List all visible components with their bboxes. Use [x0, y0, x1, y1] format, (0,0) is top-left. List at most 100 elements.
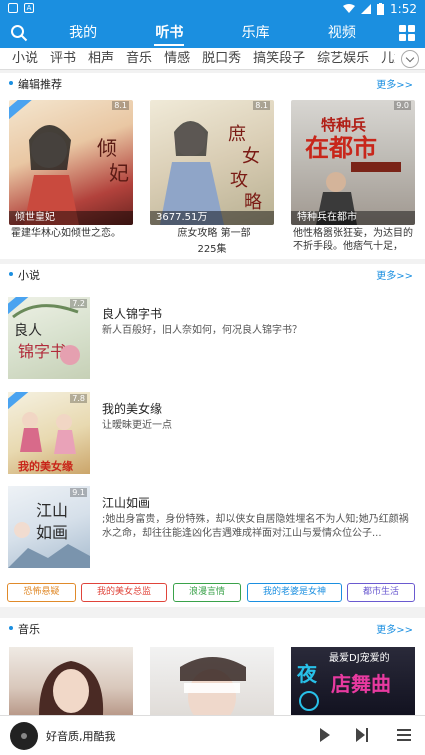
mini-player[interactable]: 好音质,用酷我	[0, 715, 425, 755]
score-badge: 8.1	[112, 101, 129, 110]
category-item[interactable]: 搞笑段子	[253, 48, 305, 69]
more-link[interactable]: 更多>>	[376, 621, 413, 636]
album-card[interactable]	[9, 647, 133, 715]
tab-mine[interactable]: 我的	[40, 18, 126, 48]
cover-art: 我的美女缘	[18, 412, 76, 473]
score-badge: 7.8	[70, 394, 87, 403]
grid-menu-icon[interactable]	[399, 25, 415, 41]
svg-text:在都市: 在都市	[305, 134, 377, 162]
category-item[interactable]: 评书	[50, 48, 76, 69]
playlist-icon[interactable]	[397, 729, 411, 741]
album-title: 良人锦字书	[102, 307, 163, 321]
category-item[interactable]: 小说	[12, 48, 38, 69]
list-item[interactable]: 江山 如画 9.1 江山如画 ;她出身富贵，身份特殊，却以侠女自居隐姓埋名不为人…	[0, 486, 425, 574]
album-intro: 让暧昧更近一点	[102, 420, 172, 431]
album-disc-icon[interactable]	[10, 722, 38, 750]
next-track-icon[interactable]	[356, 728, 370, 742]
play-icon[interactable]	[320, 728, 330, 742]
tag-chip[interactable]: 我的美女总监	[81, 583, 167, 602]
section-header: 音乐 更多>>	[0, 618, 425, 640]
svg-text:攻: 攻	[230, 170, 248, 191]
svg-text:庶: 庶	[228, 124, 246, 145]
category-strip: 小说 评书 相声 音乐 情感 脱口秀 搞笑段子 综艺娱乐 儿童	[0, 48, 425, 70]
play-count: 3677.51万	[150, 211, 274, 225]
svg-text:锦字书: 锦字书	[18, 342, 66, 361]
svg-text:略: 略	[244, 192, 262, 213]
list-item[interactable]: 我的美女缘 7.8 我的美女缘 让暧昧更近一点	[0, 392, 425, 480]
more-link[interactable]: 更多>>	[376, 76, 413, 91]
cover-art	[39, 661, 104, 715]
svg-text:良人: 良人	[14, 323, 42, 339]
score-badge: 9.0	[394, 101, 411, 110]
album-desc: 霍建华林心如倾世之恋。	[11, 228, 121, 239]
score-badge: 7.2	[70, 299, 87, 308]
more-link[interactable]: 更多>>	[376, 267, 413, 282]
bullet-icon	[9, 272, 13, 276]
svg-text:最爱DJ宠爱的: 最爱DJ宠爱的	[329, 651, 390, 664]
app-icon: A	[24, 3, 34, 13]
tag-chip[interactable]: 我的老婆是女神	[247, 583, 342, 602]
album-title: 我的美女缘	[102, 402, 163, 416]
tab-audiobook[interactable]: 听书	[126, 18, 212, 48]
main-tabs: 我的 听书 乐库 视频	[40, 18, 385, 48]
album-card[interactable]	[150, 647, 274, 715]
novels-section: 小说 更多>> 良人 锦字书 7.2 良人锦字书 新人百般好，旧人奈如何，何况良…	[0, 264, 425, 584]
cover-art: 良人 锦字书	[12, 304, 80, 365]
album-cover: 我的美女缘 7.8	[8, 392, 90, 474]
tab-music-library[interactable]: 乐库	[213, 18, 299, 48]
album-cover: 倾 妃 8.1 倾世皇妃	[9, 100, 133, 225]
svg-text:江山: 江山	[36, 501, 68, 520]
section-title: 小说	[18, 269, 40, 282]
cover-caption: 特种兵在都市	[291, 211, 415, 225]
album-intro: ;她出身富贵，身份特殊，却以侠女自居隐姓埋名不为人知;她乃红颜祸水之命，却往往能…	[102, 514, 409, 539]
cover-art: 最爱DJ宠爱的 夜 店舞曲	[296, 651, 391, 711]
category-item[interactable]: 音乐	[126, 48, 152, 69]
section-header: 编辑推荐 更多>>	[0, 73, 425, 95]
tag-row: 恐怖悬疑 我的美女总监 浪漫言情 我的老婆是女神 都市生活	[0, 583, 425, 607]
tag-chip[interactable]: 都市生活	[347, 583, 415, 602]
signal-icon	[361, 4, 372, 14]
album-cover: 庶 女 攻 略 8.1 3677.51万	[150, 100, 274, 225]
category-item[interactable]: 脱口秀	[202, 48, 241, 69]
tab-video[interactable]: 视频	[299, 18, 385, 48]
now-playing-title: 好音质,用酷我	[46, 730, 116, 743]
category-item[interactable]: 儿童	[381, 48, 395, 69]
status-bar: A 1:52	[0, 0, 425, 18]
chevron-down-icon[interactable]	[401, 50, 419, 68]
section-title: 音乐	[18, 623, 40, 636]
tag-chip[interactable]: 浪漫言情	[173, 583, 241, 602]
status-time: 1:52	[390, 2, 417, 16]
cover-art: 庶 女 攻 略	[160, 121, 262, 225]
cover-art	[180, 657, 246, 715]
album-cover: 特种兵 在都市 9.0 特种兵在都市	[291, 100, 415, 225]
svg-text:我的美女缘: 我的美女缘	[18, 459, 73, 473]
category-item[interactable]: 综艺娱乐	[317, 48, 369, 69]
cover-art: 特种兵 在都市	[305, 116, 401, 225]
album-desc: 他性格嚣张狂妄，为达目的不折手段。他痞气十足，	[293, 228, 413, 252]
cover-art: 倾 妃	[24, 125, 129, 225]
album-intro: 新人百般好，旧人奈如何，何况良人锦字书？	[102, 325, 302, 336]
section-header: 小说 更多>>	[0, 264, 425, 286]
music-section: 音乐 更多>> 最爱DJ宠爱的 夜 店舞曲	[0, 618, 425, 715]
svg-text:店舞曲: 店舞曲	[331, 672, 391, 696]
svg-text:妃: 妃	[109, 161, 129, 185]
top-nav: 我的 听书 乐库 视频	[0, 18, 425, 48]
svg-text:如画: 如画	[36, 523, 68, 542]
cover-art: 江山 如画	[8, 501, 90, 568]
bullet-icon	[9, 81, 13, 85]
tag-chip[interactable]: 恐怖悬疑	[7, 583, 76, 602]
bullet-icon	[9, 626, 13, 630]
category-item[interactable]: 相声	[88, 48, 114, 69]
notification-icon	[8, 3, 18, 13]
svg-text:女: 女	[242, 146, 260, 167]
category-item[interactable]: 情感	[164, 48, 190, 69]
search-icon[interactable]	[10, 24, 28, 42]
svg-text:夜: 夜	[296, 662, 318, 686]
album-cover: 良人 锦字书 7.2	[8, 297, 90, 379]
cover-caption: 倾世皇妃	[9, 211, 133, 225]
list-item[interactable]: 良人 锦字书 7.2 良人锦字书 新人百般好，旧人奈如何，何况良人锦字书？	[0, 297, 425, 385]
editor-picks-section: 编辑推荐 更多>> 倾 妃 8.1 倾世皇妃 霍建华林心如倾世之恋。 庶 女 攻…	[0, 73, 425, 259]
svg-text:倾: 倾	[97, 136, 117, 160]
wifi-icon	[343, 4, 356, 13]
album-card[interactable]: 最爱DJ宠爱的 夜 店舞曲	[291, 647, 415, 715]
